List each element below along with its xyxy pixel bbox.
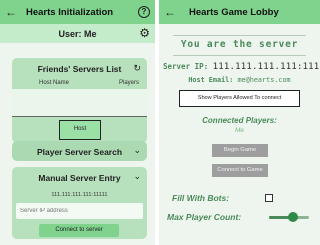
- initialization-screen: ← Hearts Initialization ? User: Me ⚙ Fri…: [0, 0, 155, 245]
- host-email-value: me@hearts.com: [237, 76, 291, 84]
- user-label: User: Me: [58, 28, 97, 39]
- page-title: Hearts Initialization: [26, 7, 114, 18]
- manual-server-entry-card: Manual Server Entry ⌄ 111.111.111.111:11…: [12, 167, 147, 239]
- column-header-players: Players: [118, 80, 139, 86]
- host-button[interactable]: Host: [59, 120, 101, 140]
- server-heading: You are the server: [180, 39, 299, 50]
- show-players-allowed-button[interactable]: Show Players Allowed To connect: [179, 90, 300, 107]
- arrow-left-icon[interactable]: ←: [162, 4, 178, 20]
- chevron-down-icon[interactable]: ⌄: [133, 171, 141, 182]
- ip-format-hint: 111.111.111.111:11111: [51, 192, 108, 198]
- player-server-search-title: Player Server Search: [36, 147, 123, 157]
- player-server-search-card[interactable]: Player Server Search ⌄: [12, 141, 147, 161]
- heading-rule-top: [173, 35, 306, 36]
- help-icon[interactable]: ?: [138, 6, 150, 18]
- server-ip-value: 111.111.111.111:11111: [212, 62, 320, 72]
- server-ip-row: Server IP: 111.111.111.111:11111: [163, 62, 320, 72]
- list-divider: [12, 116, 147, 117]
- manual-server-entry-title: Manual Server Entry: [38, 173, 121, 183]
- fill-with-bots-checkbox[interactable]: [265, 194, 273, 202]
- column-header-host: Host Name: [39, 80, 70, 86]
- heading-rule-bottom: [173, 55, 306, 56]
- chevron-down-icon[interactable]: ⌄: [133, 145, 141, 156]
- refresh-icon[interactable]: ↻: [133, 63, 141, 74]
- fill-with-bots-label: Fill With Bots:: [172, 193, 230, 203]
- connected-player-item: Me: [234, 127, 245, 134]
- user-bar: User: Me ⚙: [0, 24, 155, 43]
- begin-game-button[interactable]: Begin Game: [212, 144, 268, 157]
- page-title: Hearts Game Lobby: [189, 7, 279, 18]
- game-lobby-screen: ← Hearts Game Lobby You are the server S…: [159, 0, 320, 245]
- friends-servers-title: Friends' Servers List: [37, 64, 122, 74]
- friends-servers-card: Friends' Servers List ↻ Host Name Player…: [12, 58, 147, 143]
- server-ip-label: Server IP:: [163, 62, 209, 71]
- app-bar: ← Hearts Game Lobby: [159, 0, 320, 24]
- slider-thumb[interactable]: [288, 212, 298, 222]
- connected-players-title: Connected Players:: [202, 116, 277, 125]
- arrow-left-icon[interactable]: ←: [3, 4, 19, 20]
- host-email-row: Host Email: me@hearts.com: [159, 76, 320, 84]
- gear-icon[interactable]: ⚙: [139, 26, 150, 40]
- host-email-label: Host Email:: [188, 76, 234, 84]
- app-bar: ← Hearts Initialization ?: [0, 0, 155, 24]
- servers-list[interactable]: [12, 89, 147, 116]
- max-player-count-label: Max Player Count:: [167, 212, 242, 222]
- connect-to-game-button[interactable]: Connect to Game: [212, 164, 268, 177]
- server-ip-input[interactable]: [16, 203, 143, 219]
- connect-to-server-button[interactable]: Connect to server: [39, 224, 119, 237]
